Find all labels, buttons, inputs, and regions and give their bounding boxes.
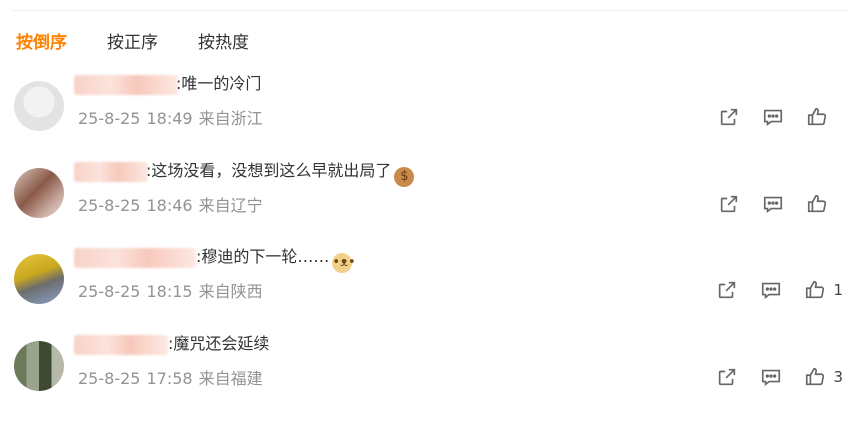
avatar[interactable] [14,254,64,304]
comment-item: :穆迪的下一轮…… •ᴥ• 25-8-25 18:15 来自陕西 1 [0,246,861,328]
comment-actions: 1 [695,278,843,302]
comment-meta: 25-8-25 17:58 来自福建 [78,365,263,389]
share-button[interactable] [715,278,739,302]
moneybag-emoji: $ [394,167,415,187]
share-icon [719,368,736,386]
comment-item: :魔咒还会延续 25-8-25 17:58 来自福建 3 [0,334,861,415]
share-button[interactable] [715,365,739,389]
comment-meta: 25-8-25 18:15 来自陕西 [78,278,263,302]
comment-location: 来自陕西 [198,282,263,301]
share-button[interactable] [717,192,741,216]
like-icon [807,194,827,213]
divider [12,10,849,11]
like-icon [806,280,825,299]
comment-location: 来自辽宁 [198,196,263,215]
username-blurred[interactable] [74,335,168,355]
comment-icon [762,369,781,386]
like-button[interactable] [805,192,829,216]
like-icon [806,367,825,386]
tab-sort-reverse[interactable]: 按倒序 [16,32,67,54]
like-button[interactable] [803,365,827,389]
comment-actions [697,192,843,216]
like-button[interactable] [803,278,827,302]
comment-time: 18:46 [146,196,193,215]
comment-time: 18:15 [146,282,193,301]
comment-icon [762,282,781,299]
like-count: 1 [833,281,843,299]
share-icon [719,281,736,299]
comment-text: :魔咒还会延续 [168,334,270,353]
comment-item: :唯一的冷门 25-8-25 18:49 来自浙江 [0,74,861,155]
avatar[interactable] [14,168,64,218]
comment-time: 18:49 [146,109,193,128]
comment-icon [763,196,783,213]
like-button[interactable] [805,105,829,129]
comment-actions: 3 [695,365,843,389]
comment-meta: 25-8-25 18:49 来自浙江 [78,105,263,129]
comment-date: 25-8-25 [78,369,141,388]
tab-sort-hot[interactable]: 按热度 [198,32,249,54]
username-blurred[interactable] [74,248,196,268]
reply-button[interactable] [761,105,785,129]
comment-text: :穆迪的下一轮…… •ᴥ• [196,246,356,273]
comment-date: 25-8-25 [78,282,141,301]
comment-icon [763,109,783,126]
reply-button[interactable] [759,278,783,302]
username-blurred[interactable] [74,75,178,95]
comment-location: 来自福建 [198,369,263,388]
avatar[interactable] [14,81,64,131]
comment-text: :这场没看，没想到这么早就出局了 $ [146,160,415,187]
like-count: 3 [833,368,843,386]
share-button[interactable] [717,105,741,129]
username-blurred[interactable] [74,162,148,182]
comment-list-panel: 按倒序 按正序 按热度 :唯一的冷门 25-8-25 18:49 来自浙江 :这场没… [0,0,861,422]
doge-emoji: •ᴥ• [332,253,356,273]
share-icon [720,195,738,213]
comment-date: 25-8-25 [78,196,141,215]
comment-actions [697,105,843,129]
comment-location: 来自浙江 [198,109,263,128]
like-icon [807,107,827,126]
avatar[interactable] [14,341,64,391]
comment-item: :这场没看，没想到这么早就出局了 $ 25-8-25 18:46 来自辽宁 [0,160,861,242]
reply-button[interactable] [759,365,783,389]
tab-sort-forward[interactable]: 按正序 [107,32,158,54]
comment-text: :唯一的冷门 [176,74,262,93]
sort-tabs: 按倒序 按正序 按热度 [16,32,249,54]
comment-date: 25-8-25 [78,109,141,128]
share-icon [720,108,738,126]
comment-time: 17:58 [146,369,193,388]
reply-button[interactable] [761,192,785,216]
comment-meta: 25-8-25 18:46 来自辽宁 [78,192,263,216]
